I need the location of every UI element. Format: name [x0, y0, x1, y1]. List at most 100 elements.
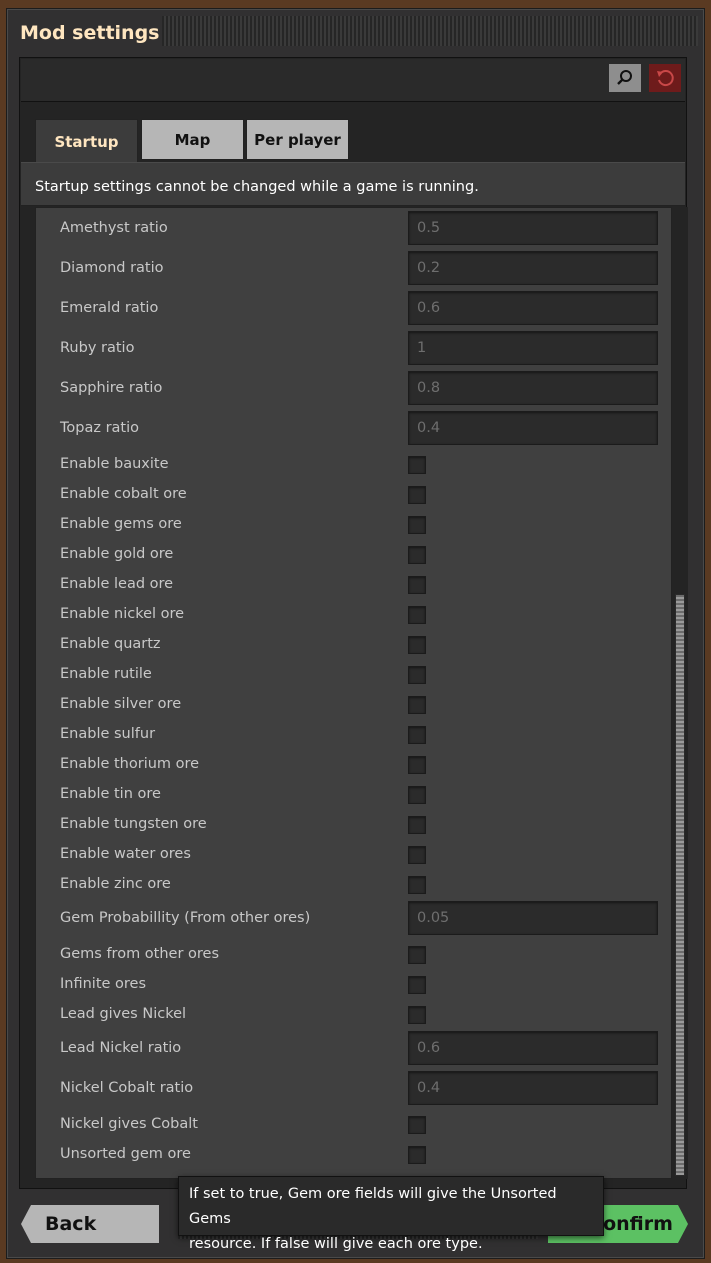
setting-checkbox[interactable]: [408, 786, 426, 804]
setting-checkbox[interactable]: [408, 846, 426, 864]
setting-checkbox[interactable]: [408, 1146, 426, 1164]
setting-label: Enable gold ore: [60, 546, 174, 562]
setting-checkbox[interactable]: [408, 666, 426, 684]
setting-checkbox[interactable]: [408, 1116, 426, 1134]
setting-label: Enable sulfur: [60, 726, 156, 742]
setting-checkbox[interactable]: [408, 516, 426, 534]
setting-label: Ruby ratio: [60, 340, 135, 356]
setting-row: Gem Probabillity (From other ores) 0.05: [36, 901, 671, 941]
setting-row: Enable rutile: [36, 661, 671, 691]
setting-row: Ruby ratio 1: [36, 331, 671, 371]
setting-row: Enable silver ore: [36, 691, 671, 721]
reset-button[interactable]: [648, 63, 682, 93]
tooltip-line-1: If set to true, Gem ore fields will give…: [189, 1186, 557, 1227]
setting-row: Enable gems ore: [36, 511, 671, 541]
setting-label: Emerald ratio: [60, 300, 159, 316]
setting-checkbox[interactable]: [408, 606, 426, 624]
setting-label: Enable quartz: [60, 636, 161, 652]
setting-label: Enable water ores: [60, 846, 191, 862]
setting-label: Lead Nickel ratio: [60, 1040, 182, 1056]
notice-text: Startup settings cannot be changed while…: [35, 179, 479, 195]
setting-row: Enable tungsten ore: [36, 811, 671, 841]
setting-label: Gems from other ores: [60, 946, 220, 962]
setting-row: Enable cobalt ore: [36, 481, 671, 511]
setting-row: Enable zinc ore: [36, 871, 671, 901]
setting-row: Lead Nickel ratio 0.6: [36, 1031, 671, 1071]
setting-value-field[interactable]: 0.2: [408, 251, 658, 285]
setting-checkbox[interactable]: [408, 946, 426, 964]
setting-label: Topaz ratio: [60, 420, 140, 436]
setting-checkbox[interactable]: [408, 576, 426, 594]
setting-value-field[interactable]: 0.6: [408, 1031, 658, 1065]
scrollbar-thumb[interactable]: [675, 594, 685, 1176]
setting-label: Sapphire ratio: [60, 380, 163, 396]
setting-label: Lead gives Nickel: [60, 1006, 187, 1022]
setting-label: Enable nickel ore: [60, 606, 185, 622]
setting-row: Enable thorium ore: [36, 751, 671, 781]
setting-label: Gem Probabillity (From other ores): [60, 910, 311, 926]
search-icon: [617, 70, 632, 85]
setting-checkbox[interactable]: [408, 726, 426, 744]
setting-label: Enable tungsten ore: [60, 816, 207, 832]
reset-icon: [657, 70, 674, 87]
setting-checkbox[interactable]: [408, 546, 426, 564]
setting-row: Nickel Cobalt ratio 0.4: [36, 1071, 671, 1111]
setting-row: Enable quartz: [36, 631, 671, 661]
setting-row: Lead gives Nickel: [36, 1001, 671, 1031]
setting-label: Nickel gives Cobalt: [60, 1116, 198, 1132]
tooltip: If set to true, Gem ore fields will give…: [178, 1176, 604, 1252]
setting-value-field[interactable]: 0.8: [408, 371, 658, 405]
setting-row: Diamond ratio 0.2: [36, 251, 671, 291]
setting-checkbox[interactable]: [408, 816, 426, 834]
setting-checkbox[interactable]: [408, 636, 426, 654]
startup-notice: Startup settings cannot be changed while…: [21, 163, 685, 206]
setting-checkbox[interactable]: [408, 876, 426, 894]
setting-label: Infinite ores: [60, 976, 147, 992]
setting-row: Enable sulfur: [36, 721, 671, 751]
setting-row: Unsorted gem ore: [36, 1141, 671, 1171]
setting-value-field[interactable]: 0.4: [408, 1071, 658, 1105]
window-title: Mod settings: [20, 22, 160, 44]
setting-label: Enable silver ore: [60, 696, 182, 712]
setting-checkbox[interactable]: [408, 696, 426, 714]
setting-checkbox[interactable]: [408, 456, 426, 474]
setting-row: Sapphire ratio 0.8: [36, 371, 671, 411]
title-drag-handle[interactable]: [162, 16, 698, 46]
tooltip-line-2: resource. If false will give each ore ty…: [189, 1236, 483, 1252]
setting-label: Enable lead ore: [60, 576, 174, 592]
setting-value-field[interactable]: 0.4: [408, 411, 658, 445]
search-button[interactable]: [608, 63, 642, 93]
setting-value-field[interactable]: 0.05: [408, 901, 658, 935]
setting-label: Enable thorium ore: [60, 756, 200, 772]
setting-value-field[interactable]: 0.6: [408, 291, 658, 325]
setting-value-field[interactable]: 1: [408, 331, 658, 365]
setting-label: Enable rutile: [60, 666, 152, 682]
setting-row: Enable nickel ore: [36, 601, 671, 631]
setting-row: Gems from other ores: [36, 941, 671, 971]
setting-label: Enable bauxite: [60, 456, 169, 472]
setting-row: Enable tin ore: [36, 781, 671, 811]
setting-row: Amethyst ratio 0.5: [36, 211, 671, 251]
setting-label: Diamond ratio: [60, 260, 164, 276]
setting-row: Enable bauxite: [36, 451, 671, 481]
setting-checkbox[interactable]: [408, 976, 426, 994]
tab-map[interactable]: Map: [141, 119, 244, 160]
setting-label: Enable cobalt ore: [60, 486, 187, 502]
setting-checkbox[interactable]: [408, 1006, 426, 1024]
setting-label: Enable zinc ore: [60, 876, 171, 892]
toolbar: [21, 59, 685, 102]
setting-label: Amethyst ratio: [60, 220, 168, 236]
setting-value-field[interactable]: 0.5: [408, 211, 658, 245]
setting-row: Infinite ores: [36, 971, 671, 1001]
setting-row: Emerald ratio 0.6: [36, 291, 671, 331]
setting-label: Unsorted gem ore: [60, 1146, 191, 1162]
tab-startup[interactable]: Startup: [35, 119, 138, 163]
setting-label: Enable gems ore: [60, 516, 182, 532]
setting-row: Enable water ores: [36, 841, 671, 871]
setting-label: Enable tin ore: [60, 786, 161, 802]
back-button[interactable]: Back: [21, 1205, 159, 1243]
tab-per-player[interactable]: Per player: [246, 119, 349, 160]
settings-list[interactable]: Amethyst ratio 0.5 Diamond ratio 0.2 Emerald…: [35, 207, 672, 1179]
setting-checkbox[interactable]: [408, 756, 426, 774]
setting-checkbox[interactable]: [408, 486, 426, 504]
